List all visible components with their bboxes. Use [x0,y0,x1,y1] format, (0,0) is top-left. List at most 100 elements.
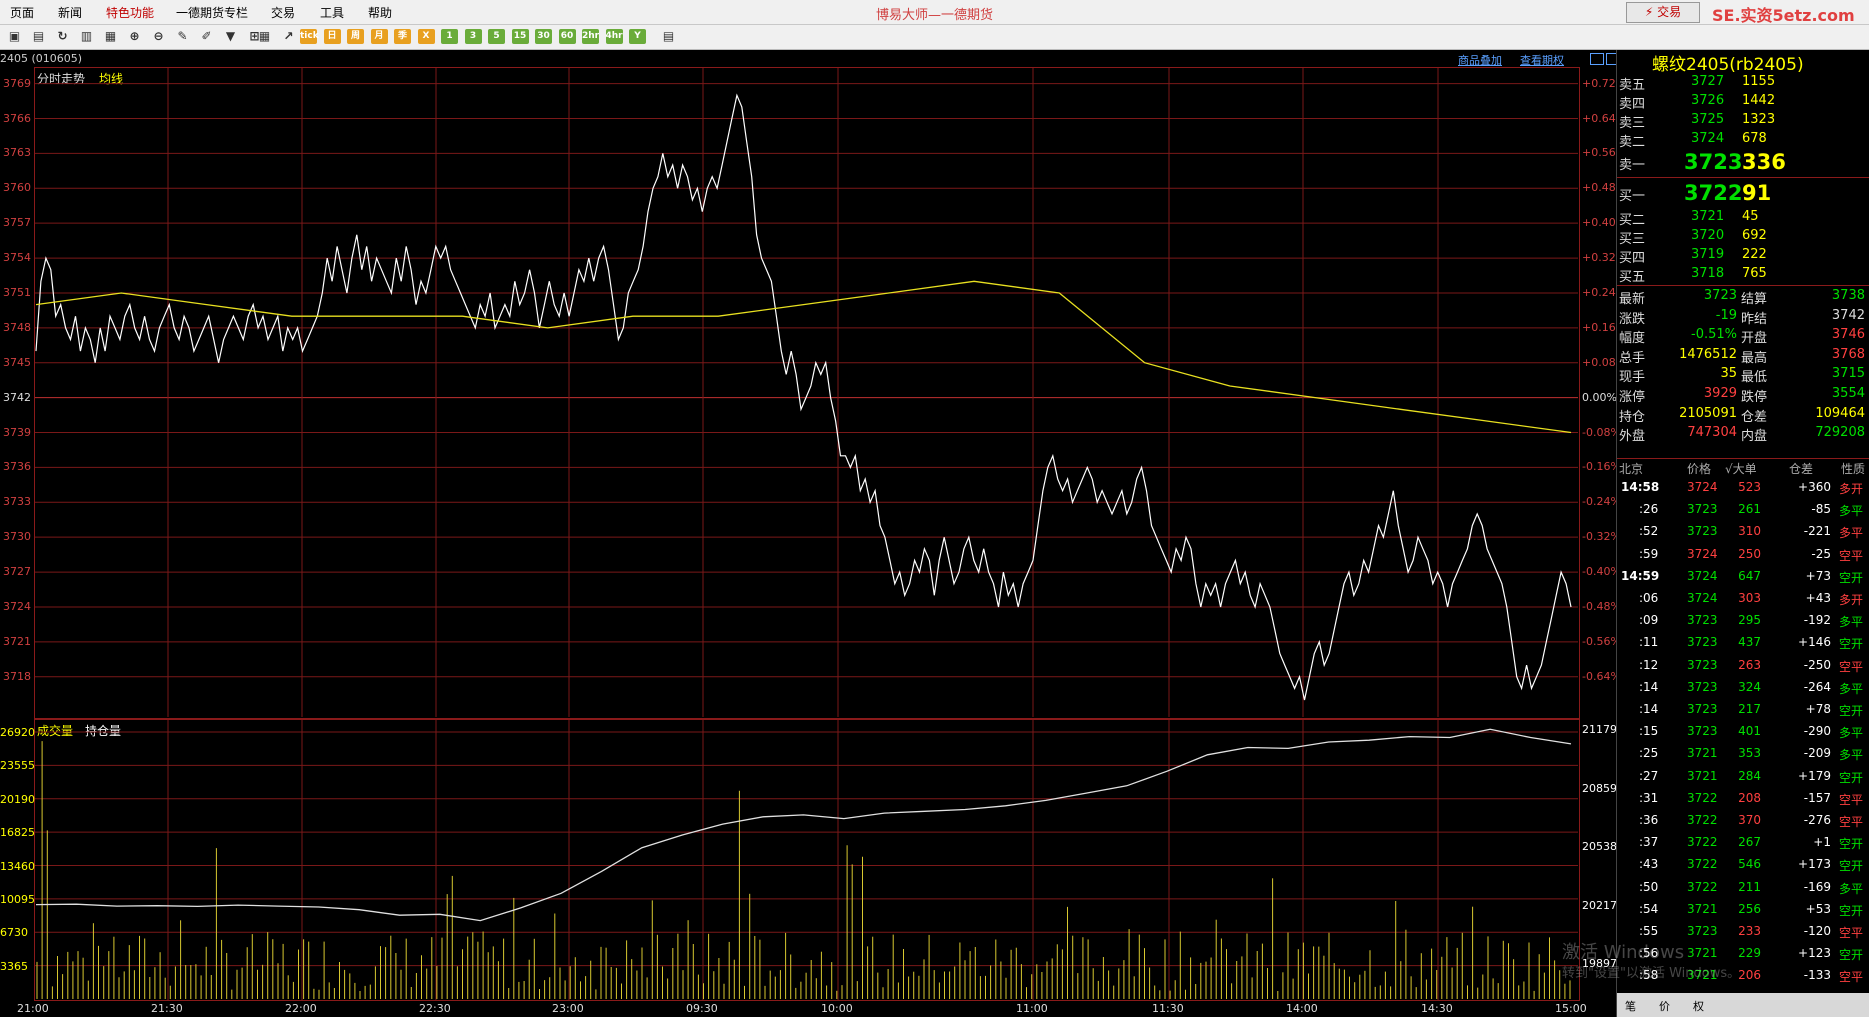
tick-price: 3724 [1687,546,1718,561]
tick-row: :14 3723 217 +78 空开 [1619,702,1869,721]
stat-label: 最新 [1619,292,1646,307]
ask-volume: 336 [1742,150,1786,174]
tick-price: 3722 [1687,857,1718,872]
ask-row: 卖五 3727 1155 [1619,74,1869,93]
tick-time: 14:58 [1621,480,1660,494]
tick-row: :52 3723 310 -221 多平 [1619,524,1869,543]
stat-label: 最低 [1741,370,1768,386]
ask-level-label: 卖四 [1619,97,1646,112]
bid-row: 买四 3719 222 [1619,247,1869,266]
tick-oi-diff: -120 [1803,924,1831,938]
tick-time: :11 [1639,635,1659,650]
stat-label: 跌停 [1741,390,1768,405]
stat-label: 最高 [1741,350,1768,366]
tick-time: :37 [1639,835,1659,850]
stat-label: 持仓 [1619,409,1646,425]
tick-oi-diff: +146 [1798,635,1831,650]
tick-nature: 空平 [1839,548,1864,563]
tick-time: :14 [1639,679,1659,694]
tick-time: :15 [1639,724,1659,739]
bid-volume: 45 [1742,209,1759,224]
tick-volume: 211 [1738,879,1761,894]
tick-oi-diff: +123 [1798,946,1831,961]
stat-label: 总手 [1619,350,1646,366]
tick-nature: 多平 [1839,726,1864,741]
tick-nature: 空开 [1839,948,1864,963]
ask-volume: 1442 [1742,93,1776,108]
quote-tab[interactable]: 价 [1659,998,1670,1014]
stat-row: 总手 1476512 最高 3768 [1619,347,1869,366]
tick-row: :37 3722 267 +1 空开 [1619,835,1869,854]
tick-volume: 267 [1738,835,1761,850]
ask-level-label: 卖一 [1619,158,1646,173]
ask-price: 3725 [1691,112,1725,127]
tick-volume: 284 [1738,768,1761,783]
stat-value: 3768 [1831,346,1865,362]
ask-price: 3727 [1691,74,1725,89]
tick-price: 3723 [1687,702,1718,716]
tick-volume: 546 [1738,857,1761,872]
tick-volume: 295 [1738,613,1761,628]
stat-label: 外盘 [1619,429,1646,445]
tick-price: 3722 [1687,813,1718,827]
tick-volume: 647 [1738,568,1761,583]
bid-row: 买三 3720 692 [1619,228,1869,247]
tick-volume: 523 [1738,480,1761,494]
tick-price: 3723 [1687,724,1718,739]
tick-row: 14:58 3724 523 +360 多开 [1619,480,1869,499]
tick-oi-diff: -157 [1803,790,1831,805]
tick-time: :26 [1639,502,1659,517]
ask-price: 3726 [1691,93,1725,108]
tick-time: :54 [1639,901,1659,916]
tick-row: :36 3722 370 -276 空平 [1619,813,1869,832]
ask-price: 3724 [1691,131,1725,146]
tick-nature: 多平 [1839,526,1864,541]
tick-nature: 多平 [1839,504,1864,519]
ask-row: 卖三 3725 1323 [1619,112,1869,131]
tick-volume: 303 [1738,591,1761,605]
tick-nature: 空平 [1839,970,1864,985]
tick-time: :25 [1639,746,1659,761]
activation-watermark-sub: 转到"设置"以激活 Windows。 [1562,966,1741,981]
bid-volume: 222 [1742,247,1767,262]
stat-value: 2105091 [1679,405,1737,421]
tick-nature: 空开 [1839,570,1864,585]
tick-oi-diff: -290 [1803,724,1831,739]
bid-price: 3720 [1691,228,1725,243]
bid-price: 3722 [1684,181,1743,205]
stat-label: 涨跌 [1619,311,1646,327]
tick-nature: 空平 [1839,659,1864,674]
tick-row: :15 3723 401 -290 多平 [1619,724,1869,743]
tick-volume: 208 [1738,790,1761,805]
tick-price: 3723 [1687,657,1718,672]
tick-time: :14 [1639,702,1659,716]
tick-volume: 217 [1738,702,1761,716]
stat-label: 昨结 [1741,311,1768,327]
tick-row: 14:59 3724 647 +73 空开 [1619,569,1869,588]
tick-price: 3724 [1687,480,1718,494]
stat-value: 3723 [1703,288,1737,303]
ask-volume: 1155 [1742,74,1776,89]
quote-tab[interactable]: 权 [1693,998,1704,1014]
bid-level-label: 买二 [1619,213,1646,228]
tick-price: 3723 [1687,635,1718,650]
bid-row: 买一 3722 91 [1619,181,1869,205]
tick-header-oi-diff: 仓差 [1789,462,1814,476]
tick-nature: 多平 [1839,748,1864,763]
tick-nature: 空开 [1839,637,1864,652]
bid-price: 3719 [1691,247,1725,262]
stat-row: 幅度 -0.51% 开盘 3746 [1619,327,1869,346]
tick-price: 3724 [1687,568,1718,583]
stat-row: 涨跌 -19 昨结 3742 [1619,308,1869,327]
tick-oi-diff: +43 [1805,591,1831,605]
tick-volume: 401 [1738,724,1761,739]
tick-time: 14:59 [1621,568,1660,583]
trade-button[interactable]: ⚡ 交易 [1626,2,1700,23]
tick-price: 3721 [1687,946,1718,961]
tick-row: :09 3723 295 -192 多平 [1619,613,1869,632]
quote-tab[interactable]: 笔 [1625,998,1636,1014]
tick-oi-diff: -133 [1803,968,1831,983]
tick-oi-diff: +179 [1798,768,1831,783]
chart-svg [35,68,1578,1000]
tick-volume: 229 [1738,946,1761,961]
